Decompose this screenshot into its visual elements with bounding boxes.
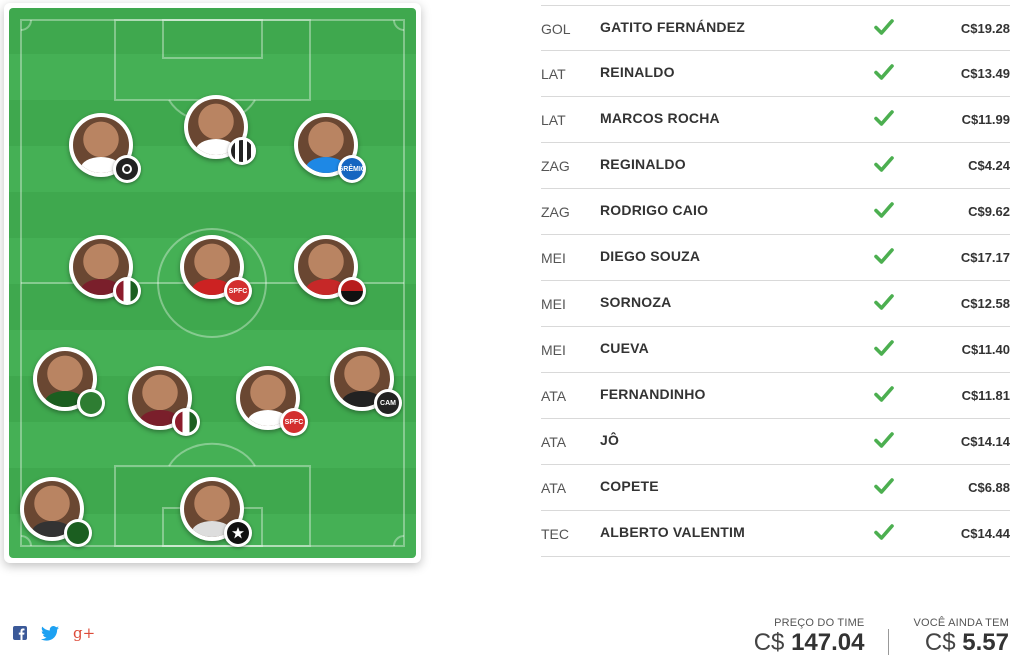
player-card-jo[interactable] — [69, 113, 141, 183]
player-position: ATA — [541, 388, 567, 404]
player-position: ATA — [541, 434, 567, 450]
summary-divider — [888, 629, 890, 655]
player-position: LAT — [541, 112, 566, 128]
player-name: COPETE — [600, 478, 659, 494]
player-position: GOL — [541, 21, 571, 37]
player-card-reinaldo[interactable]: CAM — [330, 347, 402, 417]
player-position: MEI — [541, 342, 566, 358]
player-name: RODRIGO CAIO — [600, 202, 709, 218]
check-icon — [874, 385, 894, 403]
player-position: TEC — [541, 526, 569, 542]
remaining-label: VOCÊ AINDA TEM — [913, 617, 1009, 629]
list-item[interactable]: ATA JÔ C$14.14 — [541, 419, 1010, 465]
player-card-rodrigo-caio[interactable]: SPFC — [236, 366, 308, 436]
soccer-field: GRÊMIO SPFC SPFC CAM — [9, 8, 416, 558]
player-name: GATITO FERNÁNDEZ — [600, 19, 746, 35]
player-position: ZAG — [541, 204, 570, 220]
player-card-diego-souza[interactable] — [294, 235, 366, 305]
player-name: REINALDO — [600, 64, 675, 80]
check-icon — [874, 247, 894, 265]
check-icon — [874, 109, 894, 127]
player-price: C$11.81 — [961, 388, 1010, 403]
player-position: LAT — [541, 66, 566, 82]
twitter-icon[interactable] — [41, 625, 59, 641]
check-icon — [874, 63, 894, 81]
player-name: FERNANDINHO — [600, 386, 706, 402]
list-item[interactable]: LAT REINALDO C$13.49 — [541, 51, 1010, 97]
player-position: ZAG — [541, 158, 570, 174]
remaining-value: C$ 5.57 — [924, 629, 1009, 656]
list-item[interactable]: TEC ALBERTO VALENTIM C$14.44 — [541, 511, 1010, 557]
list-item[interactable]: ATA COPETE C$6.88 — [541, 465, 1010, 511]
player-position: MEI — [541, 296, 566, 312]
list-item[interactable]: ZAG REGINALDO C$4.24 — [541, 143, 1010, 189]
player-price: C$19.28 — [960, 21, 1010, 36]
fluminense-crest-icon — [172, 408, 200, 436]
player-name: SORNOZA — [600, 294, 672, 310]
santos-crest-icon — [228, 137, 256, 165]
player-card-copete[interactable] — [184, 95, 256, 165]
player-card-cueva[interactable]: SPFC — [180, 235, 252, 305]
lineup-list: GOL GATITO FERNÁNDEZ C$19.28 LAT REINALDO C$1… — [541, 5, 1010, 557]
player-price: C$12.58 — [960, 296, 1010, 311]
sao-paulo-crest-icon: SPFC — [224, 277, 252, 305]
player-price: C$11.40 — [961, 342, 1010, 357]
player-name: DIEGO SOUZA — [600, 248, 701, 264]
check-icon — [874, 293, 894, 311]
team-price-value: C$ 147.04 — [753, 629, 865, 656]
player-card-reginaldo[interactable] — [128, 366, 200, 436]
sao-paulo-crest-icon: SPFC — [280, 408, 308, 436]
player-name: JÔ — [600, 432, 620, 448]
player-position: ATA — [541, 480, 567, 496]
team-price-label: PREÇO DO TIME — [774, 617, 865, 629]
list-item[interactable]: GOL GATITO FERNÁNDEZ C$19.28 — [541, 5, 1010, 51]
fluminense-crest-icon — [113, 277, 141, 305]
player-card-sornoza[interactable] — [69, 235, 141, 305]
lineup-field-card: GRÊMIO SPFC SPFC CAM — [4, 3, 421, 563]
player-name: ALBERTO VALENTIM — [600, 524, 746, 540]
check-icon — [874, 18, 894, 36]
check-icon — [874, 523, 894, 541]
player-card-fernandinho[interactable]: GRÊMIO — [294, 113, 366, 183]
player-position: MEI — [541, 250, 566, 266]
list-item[interactable]: MEI SORNOZA C$12.58 — [541, 281, 1010, 327]
player-price: C$14.14 — [960, 434, 1010, 449]
sport-crest-icon — [338, 277, 366, 305]
player-price: C$13.49 — [960, 66, 1010, 81]
check-icon — [874, 431, 894, 449]
chapecoense-crest-icon — [77, 389, 105, 417]
check-icon — [874, 155, 894, 173]
player-name: MARCOS ROCHA — [600, 110, 720, 126]
list-item[interactable]: LAT MARCOS ROCHA C$11.99 — [541, 97, 1010, 143]
list-item[interactable]: ZAG RODRIGO CAIO C$9.62 — [541, 189, 1010, 235]
player-name: CUEVA — [600, 340, 649, 356]
player-price: C$14.44 — [960, 526, 1010, 541]
list-item[interactable]: MEI DIEGO SOUZA C$17.17 — [541, 235, 1010, 281]
player-price: C$6.88 — [968, 480, 1010, 495]
remaining-balance-block: VOCÊ AINDA TEM C$ 5.57 — [913, 617, 1009, 657]
player-name: REGINALDO — [600, 156, 686, 172]
player-price: C$17.17 — [960, 250, 1010, 265]
player-card-alberto-valentim[interactable] — [20, 477, 92, 547]
team-price-block: PREÇO DO TIME C$ 147.04 — [754, 617, 865, 657]
corinthians-crest-icon — [113, 155, 141, 183]
team-summary: PREÇO DO TIME C$ 147.04 VOCÊ AINDA TEM C… — [754, 617, 1009, 657]
player-card-marcos-rocha[interactable] — [33, 347, 105, 417]
list-item[interactable]: ATA FERNANDINHO C$11.81 — [541, 373, 1010, 419]
gremio-crest-icon: GRÊMIO — [338, 155, 366, 183]
player-price: C$9.62 — [968, 204, 1010, 219]
google-plus-icon[interactable]: g+ — [73, 624, 95, 642]
check-icon — [874, 201, 894, 219]
list-item[interactable]: MEI CUEVA C$11.40 — [541, 327, 1010, 373]
check-icon — [874, 477, 894, 495]
player-card-gatito-fernandez[interactable] — [180, 477, 252, 547]
facebook-icon[interactable] — [13, 626, 27, 640]
social-share-bar: g+ — [13, 624, 95, 642]
palmeiras-crest-icon — [64, 519, 92, 547]
player-price: C$11.99 — [961, 112, 1010, 127]
botafogo-crest-icon — [224, 519, 252, 547]
player-price: C$4.24 — [968, 158, 1010, 173]
atletico-mg-crest-icon: CAM — [374, 389, 402, 417]
check-icon — [874, 339, 894, 357]
